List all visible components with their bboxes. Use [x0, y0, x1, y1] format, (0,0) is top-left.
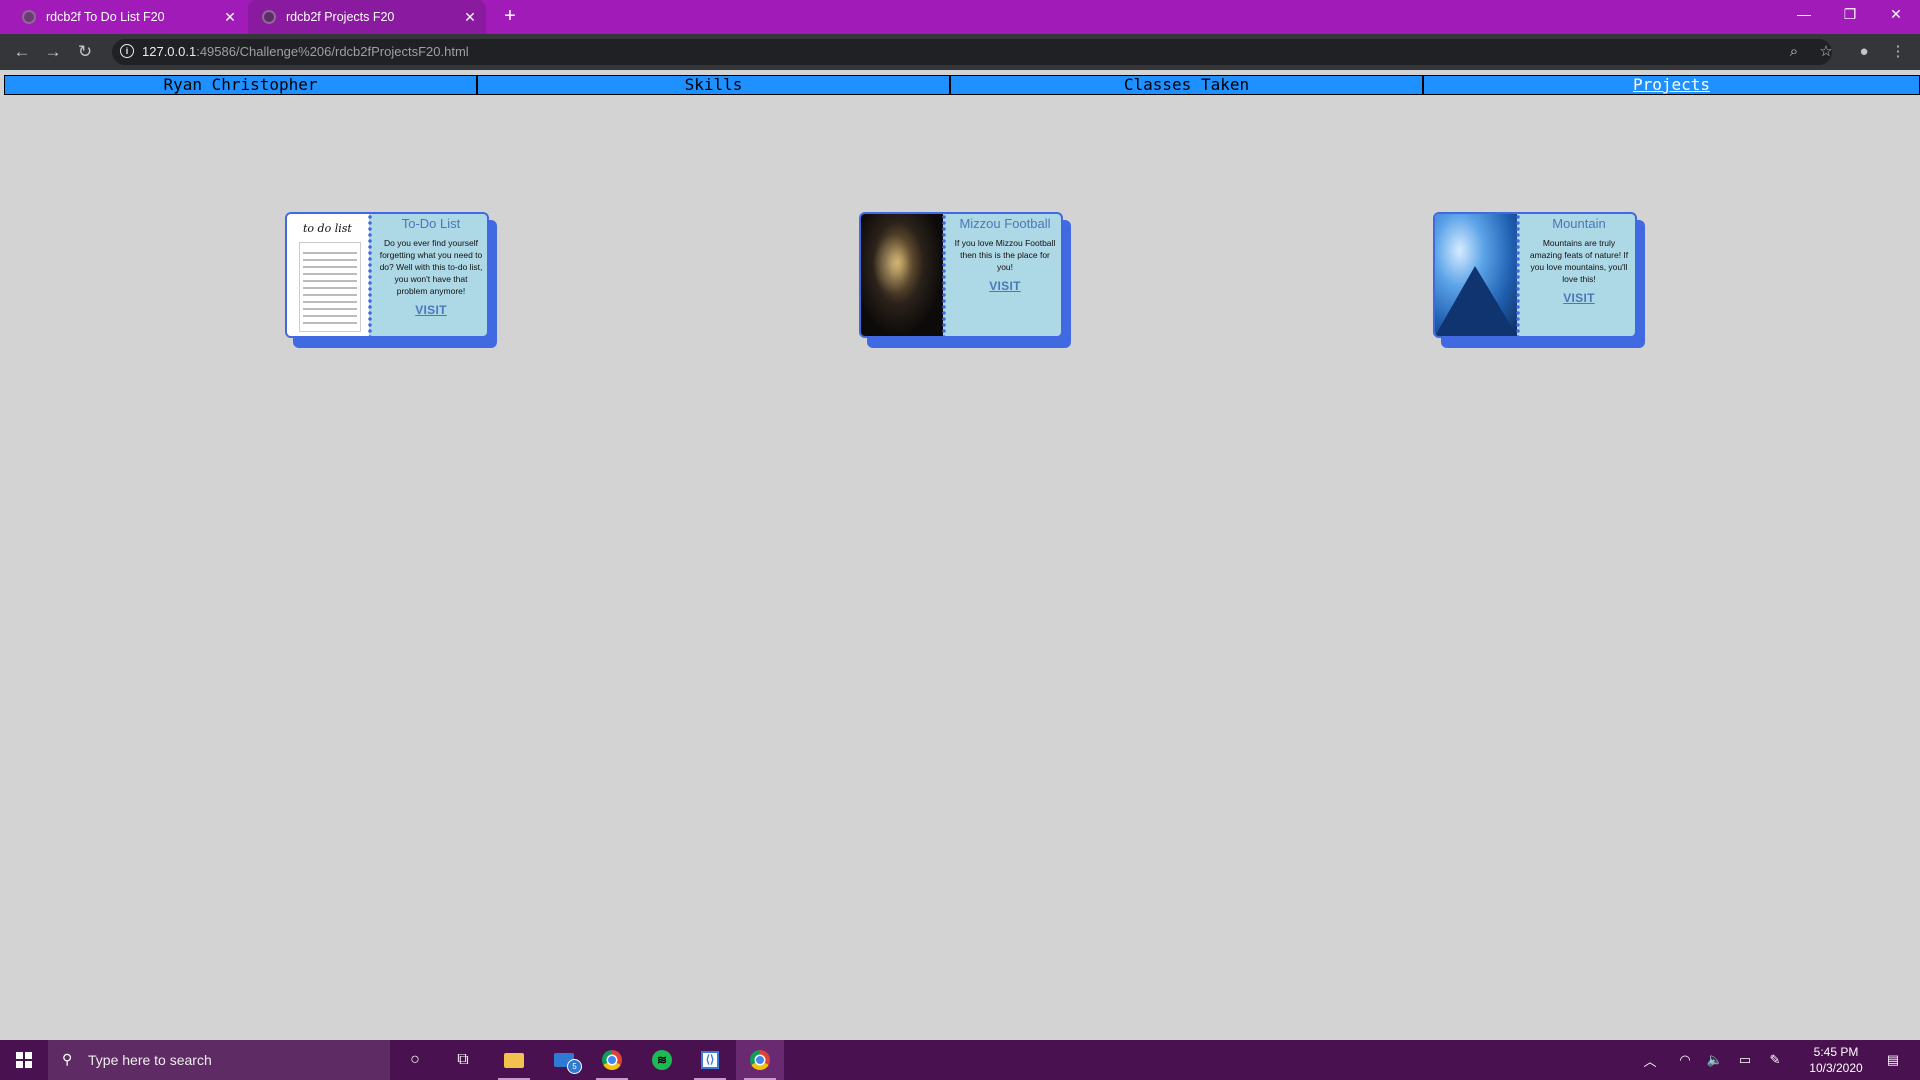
task-view-icon[interactable]: ⧉	[439, 1040, 487, 1080]
project-card-football: Mizzou Football If you love Mizzou Footb…	[859, 212, 1071, 348]
info-icon[interactable]: i	[120, 44, 134, 58]
nav-item-home[interactable]: Ryan Christopher	[5, 76, 478, 94]
close-window-button[interactable]: ✕	[1873, 0, 1919, 30]
card-body: Mountain Mountains are truly amazing fea…	[1433, 212, 1637, 338]
taskbar-search[interactable]: ⚲ Type here to search	[48, 1040, 390, 1080]
project-card-mountain: Mountain Mountains are truly amazing fea…	[1433, 212, 1645, 348]
football-helmet-image	[861, 214, 943, 336]
globe-icon	[22, 10, 36, 24]
chrome-icon[interactable]	[588, 1040, 636, 1080]
nav-item-skills[interactable]: Skills	[478, 76, 951, 94]
vscode-icon[interactable]: ⟨⟩	[686, 1040, 734, 1080]
forward-arrow-icon[interactable]: →	[41, 40, 65, 64]
mountain-image	[1435, 214, 1517, 336]
close-tab-icon[interactable]: ✕	[220, 9, 240, 26]
chrome-active-icon[interactable]	[736, 1040, 784, 1080]
url-text: 127.0.0.1:49586/Challenge%206/rdcb2fProj…	[142, 44, 469, 59]
clock-date: 10/3/2020	[1809, 1061, 1863, 1075]
card-description: Do you ever find yourself forgetting wha…	[379, 238, 483, 296]
mail-badge: 5	[567, 1059, 582, 1074]
tab-title: rdcb2f Projects F20	[286, 10, 395, 24]
search-placeholder: Type here to search	[88, 1052, 212, 1068]
minimize-button[interactable]: —	[1781, 0, 1827, 30]
globe-icon	[262, 10, 276, 24]
card-title: To-Do List	[401, 216, 461, 231]
show-hidden-icons-chevron-icon[interactable]: ︿	[1635, 1040, 1665, 1080]
spotify-icon[interactable]: ≋	[638, 1040, 686, 1080]
volume-icon[interactable]: 🔈	[1700, 1040, 1730, 1080]
card-description: If you love Mizzou Football then this is…	[954, 238, 1056, 272]
address-bar[interactable]: i 127.0.0.1:49586/Challenge%206/rdcb2fPr…	[112, 39, 1832, 65]
battery-icon[interactable]: ▭	[1730, 1040, 1760, 1080]
site-nav: Ryan Christopher Skills Classes Taken Pr…	[4, 75, 1920, 95]
nav-item-projects[interactable]: Projects	[1424, 76, 1919, 94]
card-title: Mizzou Football	[959, 216, 1051, 231]
tab-title: rdcb2f To Do List F20	[46, 10, 165, 24]
card-title: Mountain	[1552, 216, 1606, 231]
search-icon: ⚲	[62, 1051, 73, 1067]
windows-logo-icon	[16, 1052, 32, 1068]
new-tab-button[interactable]: +	[498, 4, 522, 28]
browser-toolbar: ← → ↻ i 127.0.0.1:49586/Challenge%206/rd…	[0, 34, 1920, 70]
tab-todo-list[interactable]: rdcb2f To Do List F20 ✕	[8, 0, 246, 34]
perforation	[941, 214, 947, 336]
clock-time: 5:45 PM	[1813, 1045, 1859, 1059]
menu-kebab-icon[interactable]: ⋮	[1886, 40, 1910, 64]
card-description: Mountains are truly amazing feats of nat…	[1529, 238, 1629, 284]
bookmark-star-icon[interactable]: ☆	[1814, 40, 1838, 64]
notification-center-icon[interactable]: ▤	[1878, 1040, 1908, 1080]
close-tab-icon[interactable]: ✕	[460, 9, 480, 26]
pen-icon[interactable]: ✎	[1760, 1040, 1790, 1080]
visit-link[interactable]: VISIT	[989, 279, 1021, 293]
perforation	[367, 214, 373, 336]
cortana-icon[interactable]: ○	[391, 1040, 439, 1080]
zoom-icon[interactable]: ⌕	[1782, 40, 1806, 64]
profile-avatar-icon[interactable]: ●	[1852, 40, 1876, 64]
start-button[interactable]	[0, 1040, 48, 1080]
clock[interactable]: 5:45 PM 10/3/2020	[1796, 1044, 1876, 1076]
card-body: to do list To-Do List Do you ever find y…	[285, 212, 489, 338]
project-card-todo: to do list To-Do List Do you ever find y…	[285, 212, 497, 348]
todo-list-image: to do list	[287, 214, 369, 336]
network-icon[interactable]: ◠	[1670, 1040, 1700, 1080]
card-body: Mizzou Football If you love Mizzou Footb…	[859, 212, 1063, 338]
mail-icon[interactable]: 5	[540, 1040, 588, 1080]
file-explorer-icon[interactable]	[490, 1040, 538, 1080]
tab-strip: rdcb2f To Do List F20 ✕ rdcb2f Projects …	[0, 0, 1920, 34]
reload-icon[interactable]: ↻	[73, 40, 97, 64]
visit-link[interactable]: VISIT	[415, 303, 447, 317]
nav-item-classes[interactable]: Classes Taken	[951, 76, 1424, 94]
perforation	[1515, 214, 1521, 336]
visit-link[interactable]: VISIT	[1563, 291, 1595, 305]
taskbar: ⚲ Type here to search ○ ⧉ 5 ≋ ⟨⟩ ︿ ◠ 🔈 ▭…	[0, 1040, 1920, 1080]
back-arrow-icon[interactable]: ←	[10, 40, 34, 64]
tab-projects[interactable]: rdcb2f Projects F20 ✕	[248, 0, 486, 34]
restore-button[interactable]: ❐	[1827, 0, 1873, 30]
